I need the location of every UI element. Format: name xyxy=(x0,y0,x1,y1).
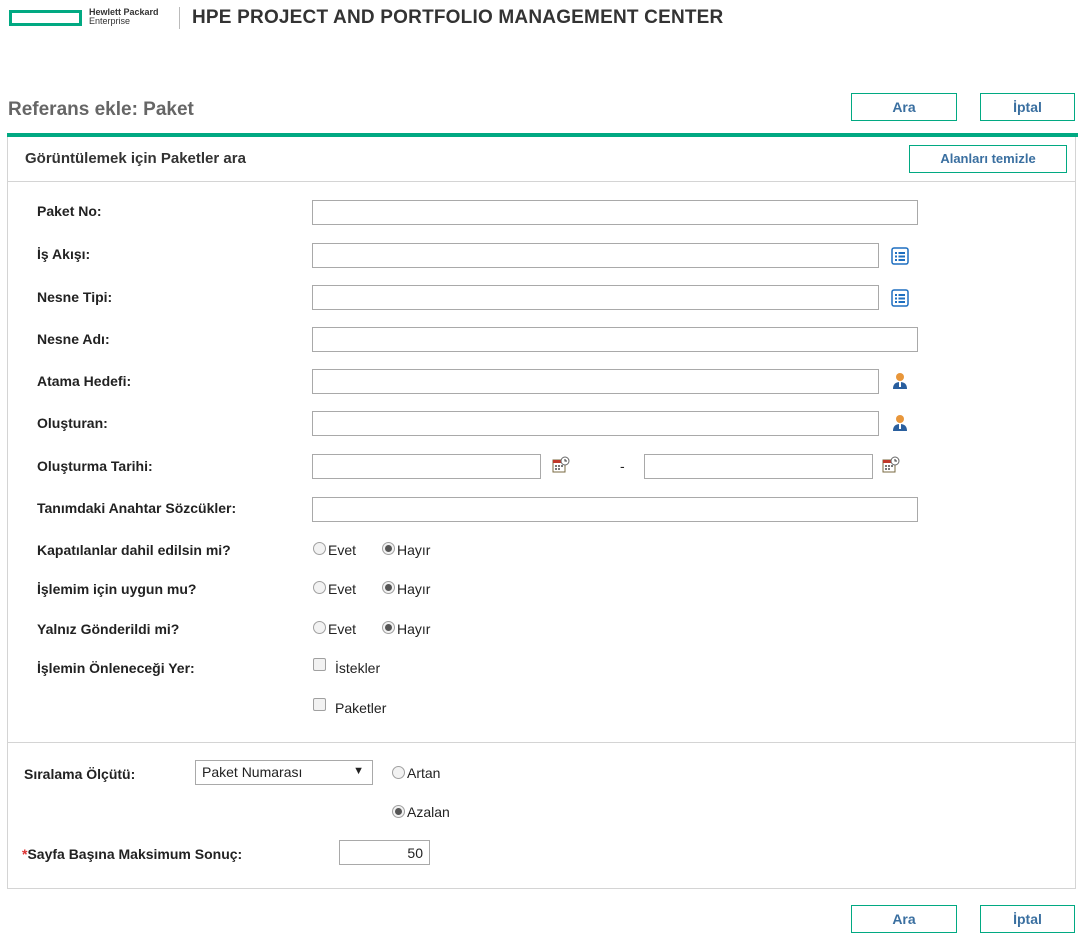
sort-by-selected-value: Paket Numarası xyxy=(202,764,303,780)
date-range-dash: - xyxy=(620,458,625,474)
keywords-label: Tanımdaki Anahtar Sözcükler: xyxy=(37,500,237,516)
sort-ascending-label: Artan xyxy=(407,765,441,781)
calendar-icon[interactable] xyxy=(882,456,900,474)
list-icon[interactable] xyxy=(891,247,909,265)
only-submitted-yes-radio[interactable] xyxy=(313,621,326,634)
object-type-input[interactable] xyxy=(312,285,879,310)
max-results-label: *Sayfa Başına Maksimum Sonuç: xyxy=(22,846,243,862)
sort-by-select[interactable]: Paket Numarası ▼ xyxy=(195,760,373,785)
search-button-bottom[interactable]: Ara xyxy=(851,905,957,933)
creation-date-from-input[interactable] xyxy=(312,454,541,479)
cancel-button-bottom[interactable]: İptal xyxy=(980,905,1075,933)
max-results-input[interactable]: 50 xyxy=(339,840,430,865)
hpe-logo-text: Hewlett Packard Enterprise xyxy=(89,7,159,26)
creation-date-to-input[interactable] xyxy=(644,454,873,479)
workflow-input[interactable] xyxy=(312,243,879,268)
section-divider xyxy=(8,742,1076,743)
panel-header-divider xyxy=(8,181,1076,182)
only-submitted-label: Yalnız Gönderildi mi? xyxy=(37,621,180,637)
eligible-no-radio[interactable] xyxy=(382,581,395,594)
created-by-input[interactable] xyxy=(312,411,879,436)
sort-descending-radio[interactable] xyxy=(392,805,405,818)
app-title: HPE PROJECT AND PORTFOLIO MANAGEMENT CEN… xyxy=(192,7,724,28)
only-submitted-no-radio[interactable] xyxy=(382,621,395,634)
blocking-requests-checkbox[interactable] xyxy=(313,658,326,671)
clear-fields-button[interactable]: Alanları temizle xyxy=(909,145,1067,173)
eligible-yes-label: Evet xyxy=(328,581,357,597)
include-closed-yes-label: Evet xyxy=(328,542,357,558)
workflow-label: İş Akışı: xyxy=(37,246,91,262)
blocking-packages-checkbox[interactable] xyxy=(313,698,326,711)
package-no-label: Paket No: xyxy=(37,203,102,219)
user-icon[interactable] xyxy=(891,372,909,390)
search-button-top[interactable]: Ara xyxy=(851,93,957,121)
include-closed-no-radio[interactable] xyxy=(382,542,395,555)
cancel-button-top[interactable]: İptal xyxy=(980,93,1075,121)
assigned-to-label: Atama Hedefi: xyxy=(37,373,132,389)
package-no-input[interactable] xyxy=(312,200,918,225)
sort-by-label: Sıralama Ölçütü: xyxy=(24,766,136,782)
blocking-packages-label: Paketler xyxy=(335,700,387,716)
include-closed-no-label: Hayır xyxy=(397,542,431,558)
keywords-input[interactable] xyxy=(312,497,918,522)
user-icon[interactable] xyxy=(891,414,909,432)
object-type-label: Nesne Tipi: xyxy=(37,289,113,305)
include-closed-label: Kapatılanlar dahil edilsin mi? xyxy=(37,542,231,558)
header-divider xyxy=(179,7,180,29)
assigned-to-input[interactable] xyxy=(312,369,879,394)
eligible-label: İşlemim için uygun mu? xyxy=(37,581,197,597)
hpe-logo-mark xyxy=(9,10,82,26)
blocking-label: İşlemin Önleneceği Yer: xyxy=(37,660,195,676)
eligible-yes-radio[interactable] xyxy=(313,581,326,594)
object-name-label: Nesne Adı: xyxy=(37,331,110,347)
only-submitted-yes-label: Evet xyxy=(328,621,357,637)
eligible-no-label: Hayır xyxy=(397,581,431,597)
created-by-label: Oluşturan: xyxy=(37,415,108,431)
list-icon[interactable] xyxy=(891,289,909,307)
dropdown-arrow-icon: ▼ xyxy=(353,765,364,777)
creation-date-label: Oluşturma Tarihi: xyxy=(37,458,153,474)
sort-descending-label: Azalan xyxy=(407,804,450,820)
panel-title: Görüntülemek için Paketler ara xyxy=(25,150,246,167)
object-name-input[interactable] xyxy=(312,327,918,352)
page-title: Referans ekle: Paket xyxy=(8,99,194,120)
sort-ascending-radio[interactable] xyxy=(392,766,405,779)
blocking-requests-label: İstekler xyxy=(335,660,381,676)
only-submitted-no-label: Hayır xyxy=(397,621,431,637)
include-closed-yes-radio[interactable] xyxy=(313,542,326,555)
calendar-icon[interactable] xyxy=(552,456,570,474)
